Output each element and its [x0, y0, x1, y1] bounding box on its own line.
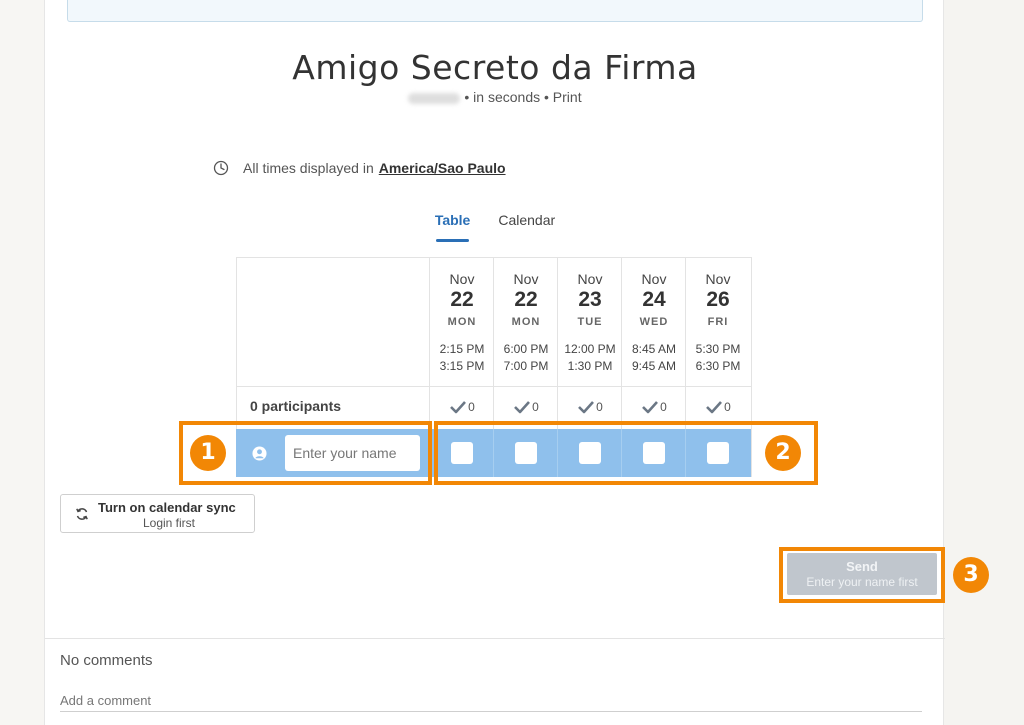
option-weekday: WED: [639, 316, 669, 328]
option-start-time: 2:15 PM: [439, 342, 485, 356]
calendar-sync-button[interactable]: Turn on calendar sync Login first: [60, 494, 255, 533]
option-end-time: 7:00 PM: [503, 359, 549, 373]
option-vote-count: 0: [494, 400, 558, 414]
check-icon: [450, 401, 467, 414]
timezone-label: All times displayed in: [243, 160, 374, 176]
check-icon: [706, 401, 723, 414]
sync-icon: [76, 508, 88, 520]
option-month: Nov: [705, 271, 731, 287]
annotation-badge-3: 3: [953, 557, 989, 593]
calendar-sync-sublabel: Login first: [142, 516, 196, 530]
comments-divider: [45, 638, 945, 639]
option-day: 23: [578, 288, 602, 311]
option-start-time: 8:45 AM: [631, 342, 677, 356]
right-background: [944, 0, 1024, 725]
option-vote-count: 0: [622, 400, 686, 414]
subtitle-text: • in seconds • Print: [464, 89, 582, 105]
option-month: Nov: [449, 271, 475, 287]
option-weekday: FRI: [707, 316, 729, 328]
vote-count-value: 0: [532, 400, 539, 414]
calendar-sync-label: Turn on calendar sync: [98, 500, 236, 515]
option-weekday: MON: [447, 316, 477, 328]
annotation-badge-1: 1: [190, 435, 226, 471]
option-weekday: MON: [511, 316, 541, 328]
check-icon: [642, 401, 659, 414]
annotation-box-2: [434, 421, 818, 485]
poll-subtitle: • in seconds • Print: [45, 89, 945, 105]
option-month: Nov: [641, 271, 667, 287]
annotation-badge-2: 2: [765, 435, 801, 471]
info-banner: [67, 0, 923, 22]
check-icon: [514, 401, 531, 414]
vote-count-value: 0: [724, 400, 731, 414]
option-month: Nov: [513, 271, 539, 287]
option-start-time: 12:00 PM: [564, 342, 616, 356]
option-end-time: 9:45 AM: [631, 359, 677, 373]
timezone-row: All times displayed in America/Sao Paulo: [213, 160, 506, 176]
option-day: 26: [706, 288, 730, 311]
check-icon: [578, 401, 595, 414]
timezone-link[interactable]: America/Sao Paulo: [379, 160, 506, 176]
author-name-blurred: [408, 92, 461, 104]
vote-count-value: 0: [468, 400, 475, 414]
comments-header: No comments: [60, 652, 153, 669]
option-vote-count: 0: [558, 400, 622, 414]
option-vote-count: 0: [430, 400, 494, 414]
option-start-time: 5:30 PM: [695, 342, 741, 356]
send-button-sublabel: Enter your name first: [806, 575, 918, 589]
vote-count-value: 0: [596, 400, 603, 414]
tab-table[interactable]: Table: [435, 212, 470, 242]
option-day: 24: [642, 288, 666, 311]
page-title: Amigo Secreto da Firma: [292, 48, 698, 87]
send-button[interactable]: Send Enter your name first: [787, 553, 937, 595]
option-end-time: 1:30 PM: [567, 359, 613, 373]
view-tabs: Table Calendar: [45, 212, 945, 242]
add-comment-input[interactable]: [60, 690, 922, 712]
clock-icon: [213, 160, 229, 176]
option-month: Nov: [577, 271, 603, 287]
option-end-time: 3:15 PM: [439, 359, 485, 373]
poll-card: Amigo Secreto da Firma • in seconds • Pr…: [44, 0, 945, 725]
option-weekday: TUE: [577, 316, 603, 328]
option-vote-count: 0: [686, 400, 750, 414]
option-start-time: 6:00 PM: [503, 342, 549, 356]
vote-count-value: 0: [660, 400, 667, 414]
option-end-time: 6:30 PM: [695, 359, 741, 373]
option-day: 22: [514, 288, 538, 311]
option-day: 22: [450, 288, 474, 311]
tab-calendar[interactable]: Calendar: [498, 212, 555, 242]
participants-count: 0 participants: [250, 398, 342, 414]
send-button-label: Send: [846, 559, 878, 574]
